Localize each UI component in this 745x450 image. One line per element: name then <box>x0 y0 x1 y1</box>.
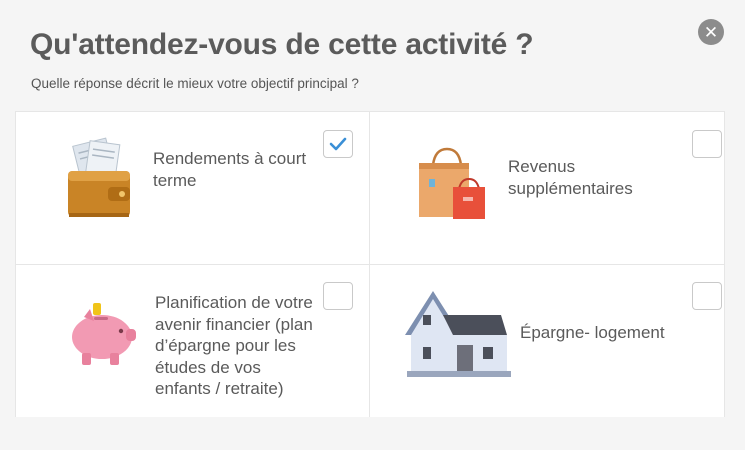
objective-dialog: Qu'attendez-vous de cette activité ? Que… <box>0 0 745 450</box>
option-checkbox-additional-income[interactable] <box>692 130 722 158</box>
option-card-short-term-returns[interactable]: Rendements à court terme <box>16 112 369 264</box>
shopping-bags-icon <box>415 145 493 226</box>
option-card-additional-income[interactable]: Revenus supplémentaires <box>370 112 724 264</box>
option-card-home-savings[interactable]: Épargne- logement <box>370 265 724 417</box>
option-label: Rendements à court terme <box>153 149 307 190</box>
dialog-subtitle: Quelle réponse décrit le mieux votre obj… <box>31 76 359 91</box>
option-label: Épargne- logement <box>520 323 665 342</box>
option-checkbox-home-savings[interactable] <box>692 282 722 310</box>
option-label: Revenus supplémentaires <box>508 157 633 198</box>
options-grid: Rendements à court terme Revenus supplém… <box>15 111 725 417</box>
wallet-icon <box>66 137 132 224</box>
option-label: Planification de votre avenir financier … <box>155 293 313 398</box>
option-checkbox-short-term-returns[interactable] <box>323 130 353 158</box>
close-icon: ✕ <box>703 22 719 42</box>
checkmark-icon <box>329 137 347 151</box>
option-card-financial-planning[interactable]: Planification de votre avenir financier … <box>16 265 369 417</box>
close-button[interactable]: ✕ <box>698 19 724 45</box>
piggy-bank-icon <box>66 301 138 372</box>
house-icon <box>403 289 511 384</box>
option-checkbox-financial-planning[interactable] <box>323 282 353 310</box>
dialog-title: Qu'attendez-vous de cette activité ? <box>30 28 534 61</box>
